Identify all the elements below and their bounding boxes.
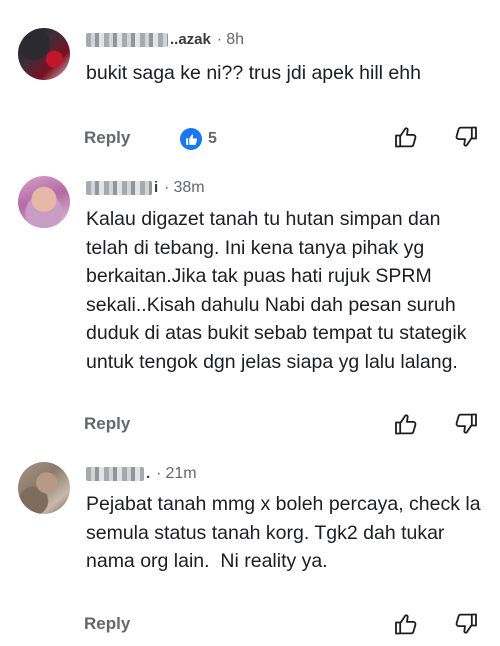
comment-text: Pejabat tanah mmg x boleh percaya, check… xyxy=(86,493,486,572)
separator-dot: · xyxy=(164,179,170,196)
separator-dot: · xyxy=(216,31,223,48)
avatar[interactable] xyxy=(18,462,70,514)
reply-button[interactable]: Reply xyxy=(84,128,130,148)
comment-header: i · 38m xyxy=(86,178,205,198)
thumbs-up-icon[interactable] xyxy=(393,611,419,637)
reaction-count: 5 xyxy=(208,130,217,147)
avatar[interactable] xyxy=(18,28,70,80)
timestamp[interactable]: 8h xyxy=(226,31,244,48)
thumbs-down-icon[interactable] xyxy=(453,411,479,437)
reply-button[interactable]: Reply xyxy=(84,414,130,434)
comment-text: Kalau digazet tanah tu hutan simpan dan … xyxy=(86,208,472,373)
avatar[interactable] xyxy=(18,176,70,228)
thumbs-up-icon[interactable] xyxy=(393,411,419,437)
thumbs-down-icon[interactable] xyxy=(453,611,479,637)
thumbs-down-icon[interactable] xyxy=(453,124,479,150)
author-name-blurred[interactable] xyxy=(86,466,144,481)
comment-text: bukit saga ke ni?? trus jdi apek hill eh… xyxy=(86,62,421,84)
comment-header: ..azak · 8h xyxy=(86,30,244,50)
author-name[interactable]: i xyxy=(154,179,158,196)
comment-header: . · 21m xyxy=(86,464,197,484)
like-icon xyxy=(180,128,202,150)
author-name[interactable]: . xyxy=(146,465,150,482)
author-name-blurred[interactable] xyxy=(86,32,168,47)
author-name[interactable]: ..azak xyxy=(170,31,211,48)
timestamp[interactable]: 38m xyxy=(174,179,205,196)
separator-dot: · xyxy=(156,465,162,482)
reaction-summary[interactable]: 5 xyxy=(180,128,217,150)
thumbs-up-icon[interactable] xyxy=(393,124,419,150)
timestamp[interactable]: 21m xyxy=(166,465,197,482)
author-name-blurred[interactable] xyxy=(86,180,152,195)
reply-button[interactable]: Reply xyxy=(84,614,130,634)
